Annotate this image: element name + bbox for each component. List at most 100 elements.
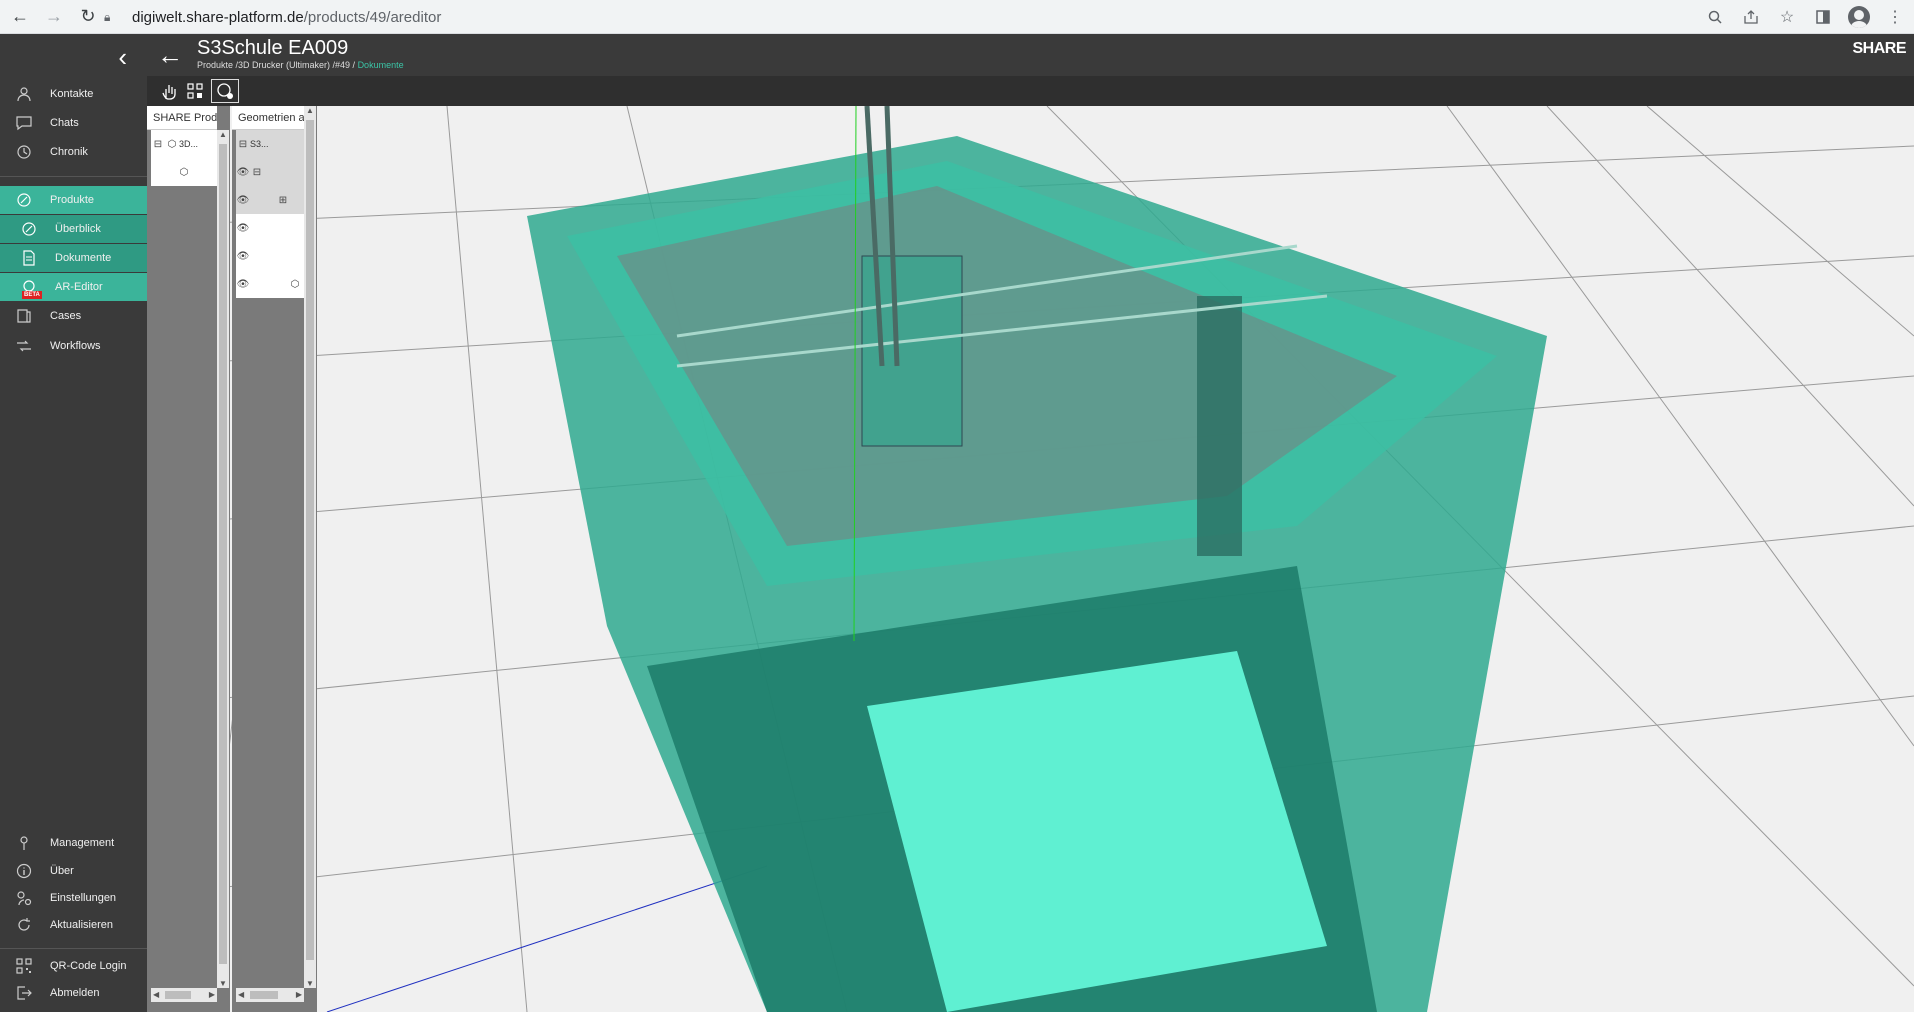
share-icon[interactable] bbox=[1740, 4, 1762, 30]
editor-toolbar bbox=[147, 76, 1914, 106]
tree-row-geometry[interactable]: 👁︎ ⊟ bbox=[236, 158, 304, 186]
sidebar-item-dokumente[interactable]: Dokumente bbox=[0, 244, 147, 272]
document-icon bbox=[20, 249, 38, 267]
browser-back-icon[interactable]: ← bbox=[6, 3, 34, 31]
beta-badge: BETA bbox=[22, 291, 42, 299]
tree-row-model[interactable]: ⬡ bbox=[151, 158, 217, 186]
collapse-sidebar-icon[interactable]: ‹ bbox=[118, 44, 127, 70]
sidebar-item-label: Kontakte bbox=[50, 88, 94, 100]
sidebar-item-label: Chronik bbox=[50, 146, 88, 158]
sidebar-item-chats[interactable]: Chats bbox=[0, 109, 147, 137]
product-icon bbox=[15, 191, 33, 209]
lock-icon: 🔒︎ bbox=[104, 10, 111, 24]
history-icon bbox=[15, 143, 33, 161]
tree-row-geometry[interactable]: 👁︎ ⊞ bbox=[236, 186, 304, 214]
sidebar-item-label: Überblick bbox=[55, 223, 101, 235]
side-panel-icon[interactable] bbox=[1812, 4, 1834, 30]
browser-menu-icon[interactable]: ⋮ bbox=[1884, 4, 1906, 30]
tree-row-geometry-root[interactable]: ⊟ S3... bbox=[236, 130, 304, 158]
scroll-right-icon[interactable]: ▶ bbox=[296, 990, 302, 999]
info-icon bbox=[15, 862, 33, 880]
eye-icon[interactable]: 👁︎ bbox=[236, 165, 250, 179]
scroll-down-icon[interactable]: ▼ bbox=[219, 979, 227, 988]
sidebar-item-label: Dokumente bbox=[55, 252, 112, 264]
sidebar-item-label: Cases bbox=[50, 310, 82, 322]
address-bar[interactable]: 🔒︎ digiwelt.share-platform.de/products/4… bbox=[104, 4, 1794, 30]
scroll-right-icon[interactable]: ▶ bbox=[209, 990, 215, 999]
eye-icon[interactable]: 👁︎ bbox=[236, 193, 250, 207]
contacts-icon bbox=[15, 85, 33, 103]
chat-icon bbox=[15, 114, 33, 132]
sidebar-item-qr-login[interactable]: QR-Code Login bbox=[0, 952, 147, 980]
breadcrumb-current[interactable]: Dokumente bbox=[358, 60, 404, 70]
sidebar-item-workflows[interactable]: Workflows bbox=[0, 332, 147, 360]
share-logo: SHARE bbox=[1852, 40, 1906, 57]
sidebar-item-label: Chats bbox=[50, 117, 79, 129]
pan-tool-icon[interactable] bbox=[157, 79, 181, 103]
collapse-toggle-icon[interactable]: ⊟ bbox=[250, 165, 264, 179]
sidebar-item-ar-editor[interactable]: BETA AR-Editor bbox=[0, 273, 147, 301]
sidebar-item-kontakte[interactable]: Kontakte bbox=[0, 80, 147, 108]
cube-icon: ⬡ bbox=[179, 166, 189, 178]
breadcrumb-path[interactable]: Produkte /3D Drucker (Ultimaker) /#49 / bbox=[197, 60, 358, 70]
vertical-scrollbar[interactable]: ▲ ▼ bbox=[304, 106, 316, 988]
sidebar-item-cases[interactable]: Cases bbox=[0, 302, 147, 330]
sidebar-item-produkte[interactable]: Produkte bbox=[0, 186, 147, 214]
vertical-scrollbar[interactable]: ▲ ▼ bbox=[217, 130, 229, 988]
sidebar-item-ueberblick[interactable]: Überblick bbox=[0, 215, 147, 243]
eye-icon[interactable]: 👁︎ bbox=[236, 221, 250, 235]
3d-viewport[interactable]: SHARE Produkte ⊟ ⬡ 3D... ⬡ ▲ ▼ ◀ ▶ Geome… bbox=[147, 106, 1914, 1012]
eye-icon[interactable]: 👁︎ bbox=[236, 249, 250, 263]
expand-toggle-icon[interactable]: ⊞ bbox=[276, 193, 290, 207]
geometries-panel: Geometrien aus ⊟ S3... 👁︎ ⊟ 👁︎ ⊞ 👁︎ 👁︎ 👁… bbox=[232, 106, 317, 1012]
breadcrumb: Produkte /3D Drucker (Ultimaker) /#49 / … bbox=[197, 60, 404, 70]
bookmark-star-icon[interactable]: ☆ bbox=[1776, 4, 1798, 30]
horizontal-scrollbar[interactable]: ◀ ▶ bbox=[236, 988, 304, 1002]
sidebar-item-label: Workflows bbox=[50, 340, 101, 352]
z-axis-line bbox=[326, 865, 768, 1012]
browser-reload-icon[interactable]: ↻ bbox=[74, 3, 102, 31]
profile-avatar-icon[interactable] bbox=[1848, 4, 1870, 30]
browser-forward-icon[interactable]: → bbox=[40, 3, 68, 31]
tree-row-geometry[interactable]: 👁︎ ⬡ bbox=[236, 270, 304, 298]
sidebar-item-label: Abmelden bbox=[50, 987, 100, 999]
horizontal-scrollbar[interactable]: ◀ ▶ bbox=[151, 988, 217, 1002]
sidebar-item-label: Aktualisieren bbox=[50, 919, 113, 931]
management-icon bbox=[15, 834, 33, 852]
sidebar-divider bbox=[0, 948, 147, 949]
sidebar-item-label: Über bbox=[50, 865, 74, 877]
sidebar-item-chronik[interactable]: Chronik bbox=[0, 138, 147, 166]
tree-row-product[interactable]: ⊟ ⬡ 3D... bbox=[151, 130, 217, 158]
ar-view-tool-icon[interactable] bbox=[211, 79, 239, 103]
sidebar-item-einstellungen[interactable]: Einstellungen bbox=[0, 884, 147, 912]
scroll-left-icon[interactable]: ◀ bbox=[238, 990, 244, 999]
3d-scene bbox=[147, 106, 1914, 1012]
qr-code-icon bbox=[15, 957, 33, 975]
viewport-scrollbar[interactable] bbox=[1902, 106, 1914, 1012]
qr-scan-tool-icon[interactable] bbox=[183, 79, 207, 103]
tree-row-geometry[interactable]: 👁︎ bbox=[236, 242, 304, 270]
back-arrow-icon[interactable]: ← bbox=[157, 40, 183, 71]
scroll-down-icon[interactable]: ▼ bbox=[306, 979, 314, 988]
scroll-up-icon[interactable]: ▲ bbox=[306, 106, 314, 115]
refresh-icon bbox=[15, 916, 33, 934]
sidebar-item-abmelden[interactable]: Abmelden bbox=[0, 979, 147, 1007]
sidebar-item-management[interactable]: Management bbox=[0, 829, 147, 857]
zoom-icon[interactable] bbox=[1704, 4, 1726, 30]
eye-icon[interactable]: 👁︎ bbox=[236, 277, 250, 291]
scroll-up-icon[interactable]: ▲ bbox=[219, 130, 227, 139]
collapse-toggle-icon[interactable]: ⊟ bbox=[151, 137, 165, 151]
tree-row-label: S3... bbox=[250, 139, 269, 149]
settings-icon bbox=[15, 889, 33, 907]
3d-printer-model bbox=[527, 106, 1547, 1012]
sidebar: ‹ Kontakte Chats Chronik Produkte Überbl… bbox=[0, 34, 147, 1012]
collapse-toggle-icon[interactable]: ⊟ bbox=[236, 137, 250, 151]
panel-header: SHARE Produkte bbox=[147, 106, 217, 130]
share-products-panel: SHARE Produkte ⊟ ⬡ 3D... ⬡ ▲ ▼ ◀ ▶ bbox=[147, 106, 230, 1012]
tree-row-geometry[interactable]: 👁︎ bbox=[236, 214, 304, 242]
scroll-left-icon[interactable]: ◀ bbox=[153, 990, 159, 999]
sidebar-item-label: Produkte bbox=[50, 194, 95, 206]
sidebar-item-aktualisieren[interactable]: Aktualisieren bbox=[0, 911, 147, 939]
sidebar-item-ueber[interactable]: Über bbox=[0, 857, 147, 885]
page-header: ← S3Schule EA009 Produkte /3D Drucker (U… bbox=[147, 34, 1914, 76]
